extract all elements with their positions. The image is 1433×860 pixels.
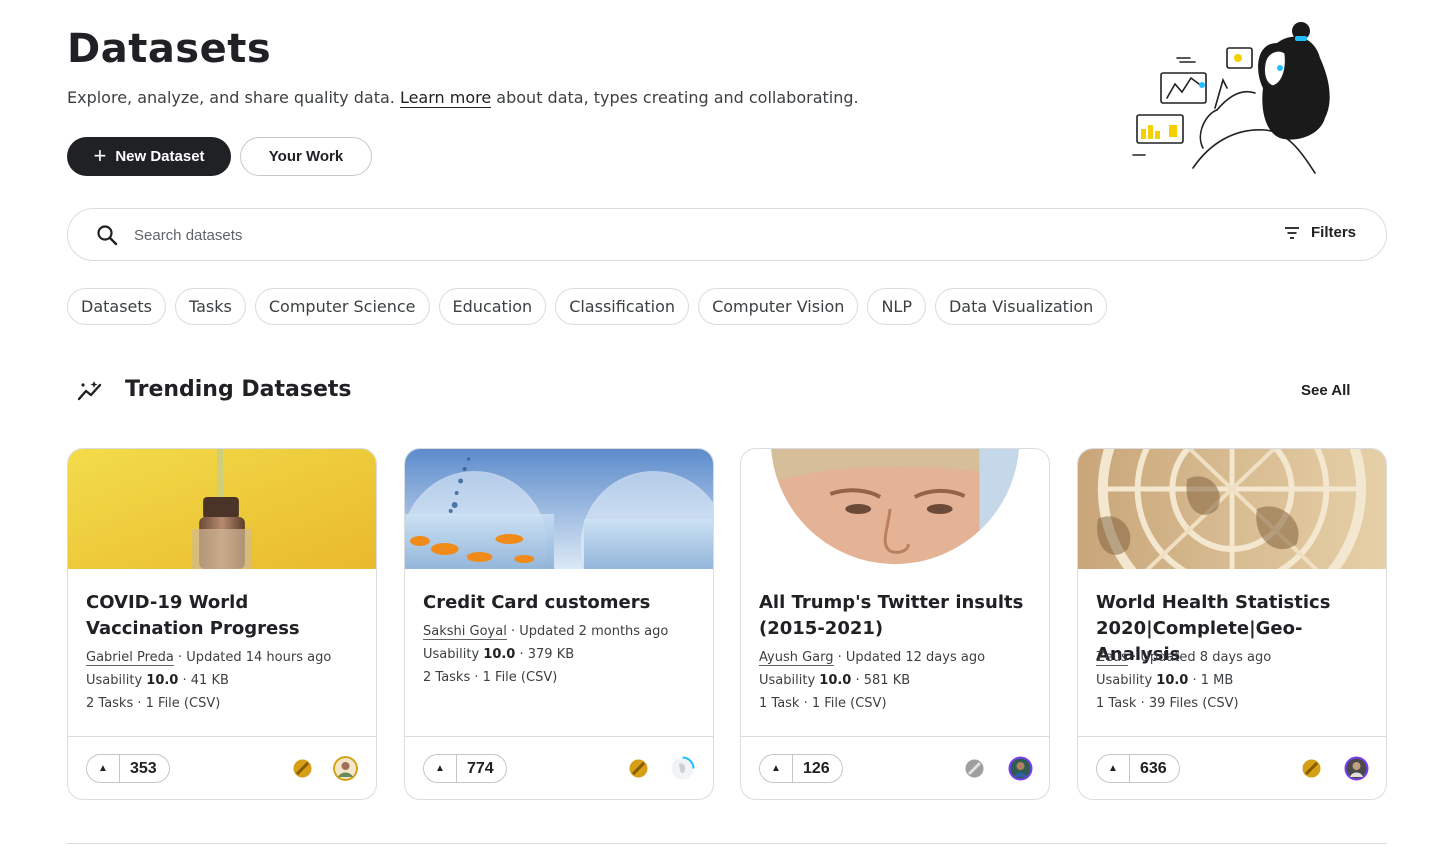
author-avatar[interactable] [333, 756, 358, 781]
dataset-files: 2 Tasks · 1 File (CSV) [86, 696, 221, 711]
chip-datasets[interactable]: Datasets [67, 288, 166, 325]
card-divider [68, 736, 376, 737]
author-link[interactable]: Gabriel Preda [86, 650, 174, 666]
search-icon [97, 225, 118, 246]
dataset-thumbnail [405, 449, 713, 569]
chip-data-visualization[interactable]: Data Visualization [934, 288, 1108, 325]
author-avatar[interactable] [1008, 756, 1033, 781]
section-title-trending: Trending Datasets [125, 377, 352, 402]
dataset-files: 2 Tasks · 1 File (CSV) [423, 670, 558, 685]
upvote-button[interactable]: ▲ [1097, 755, 1130, 782]
dataset-thumbnail [68, 449, 376, 569]
updated-text: · Updated 8 days ago [1132, 650, 1272, 665]
dataset-title: COVID-19 World Vaccination Progress [86, 592, 300, 639]
dataset-files: 1 Task · 1 File (CSV) [759, 696, 887, 711]
datasets-hero-illustration [1132, 22, 1330, 174]
dataset-usability-line: Usability 10.0 · 41 KB [86, 673, 229, 688]
upvote-control: ▲ 636 [1096, 754, 1180, 783]
updated-text: · Updated 14 hours ago [178, 650, 332, 665]
chip-classification[interactable]: Classification [555, 288, 690, 325]
chip-nlp[interactable]: NLP [867, 288, 926, 325]
intro-text: Explore, analyze, and share quality data… [67, 88, 859, 108]
your-work-label: Your Work [268, 148, 344, 165]
learn-more-link[interactable]: Learn more [399, 88, 492, 108]
see-all-link[interactable]: See All [1301, 382, 1350, 399]
author-avatar[interactable] [670, 756, 695, 781]
dataset-author-line: Ayush Garg · Updated 12 days ago [759, 650, 986, 666]
card-divider [741, 736, 1049, 737]
your-work-button[interactable]: Your Work [240, 137, 372, 176]
vote-count: 636 [1140, 759, 1167, 777]
card-divider [405, 736, 713, 737]
gold-medal-icon [293, 759, 312, 778]
dataset-card[interactable]: Credit Card customers Sakshi Goyal · Upd… [404, 448, 714, 800]
gold-medal-icon [629, 759, 648, 778]
usability-score: 10.0 [819, 673, 852, 688]
chip-education[interactable]: Education [438, 288, 547, 325]
dataset-size: · 1 MB [1192, 673, 1234, 688]
upvote-button[interactable]: ▲ [424, 755, 457, 782]
filters-button[interactable]: Filters [1284, 224, 1356, 241]
author-link[interactable]: Zeus [1096, 650, 1128, 666]
new-dataset-label: New Dataset [115, 148, 205, 165]
section-divider [67, 843, 1387, 844]
dataset-size: · 581 KB [855, 673, 911, 688]
page-title: Datasets [67, 26, 272, 72]
usability-score: 10.0 [146, 673, 179, 688]
filter-icon [1284, 226, 1299, 239]
dataset-card[interactable]: COVID-19 World Vaccination Progress Gabr… [67, 448, 377, 800]
new-dataset-button[interactable]: + New Dataset [67, 137, 231, 176]
dataset-size: · 379 KB [519, 647, 575, 662]
usability-label: Usability [423, 647, 480, 662]
dataset-size: · 41 KB [182, 673, 229, 688]
dataset-card[interactable]: World Health Statistics 2020|Complete|Ge… [1077, 448, 1387, 800]
dataset-files: 1 Task · 39 Files (CSV) [1096, 696, 1239, 711]
upvote-control: ▲ 353 [86, 754, 170, 783]
dataset-thumbnail [1078, 449, 1386, 569]
dataset-title: All Trump's Twitter insults (2015-2021) [759, 592, 1024, 639]
plus-icon: + [93, 142, 107, 168]
vote-count: 774 [467, 759, 494, 777]
chip-computer-vision[interactable]: Computer Vision [698, 288, 859, 325]
chip-tasks[interactable]: Tasks [175, 288, 246, 325]
upvote-control: ▲ 774 [423, 754, 507, 783]
vote-count: 126 [803, 759, 830, 777]
silver-medal-icon [965, 759, 984, 778]
dataset-title: Credit Card customers [423, 592, 651, 613]
dataset-usability-line: Usability 10.0 · 1 MB [1096, 673, 1233, 688]
intro-text-after: about data, types creating and collabora… [496, 88, 859, 107]
card-divider [1078, 736, 1386, 737]
upvote-button[interactable]: ▲ [760, 755, 793, 782]
search-bar: Filters [67, 208, 1387, 261]
filters-label: Filters [1310, 224, 1356, 241]
dataset-author-line: Zeus · Updated 8 days ago [1096, 650, 1272, 666]
dataset-thumbnail [741, 449, 1049, 569]
usability-score: 10.0 [1156, 673, 1189, 688]
dataset-author-line: Sakshi Goyal · Updated 2 months ago [423, 624, 669, 640]
trending-icon [77, 381, 102, 401]
upvote-control: ▲ 126 [759, 754, 843, 783]
usability-label: Usability [86, 673, 143, 688]
dataset-usability-line: Usability 10.0 · 379 KB [423, 647, 574, 662]
dataset-author-line: Gabriel Preda · Updated 14 hours ago [86, 650, 332, 666]
usability-label: Usability [759, 673, 816, 688]
dataset-usability-line: Usability 10.0 · 581 KB [759, 673, 910, 688]
author-avatar[interactable] [1344, 756, 1369, 781]
usability-score: 10.0 [483, 647, 516, 662]
updated-text: · Updated 2 months ago [510, 624, 669, 639]
upvote-button[interactable]: ▲ [87, 755, 120, 782]
vote-count: 353 [130, 759, 157, 777]
usability-label: Usability [1096, 673, 1153, 688]
category-chips: Datasets Tasks Computer Science Educatio… [67, 288, 1108, 325]
chip-computer-science[interactable]: Computer Science [254, 288, 430, 325]
gold-medal-icon [1302, 759, 1321, 778]
author-link[interactable]: Ayush Garg [759, 650, 834, 666]
dataset-card[interactable]: All Trump's Twitter insults (2015-2021) … [740, 448, 1050, 800]
intro-text-before: Explore, analyze, and share quality data… [67, 88, 395, 107]
updated-text: · Updated 12 days ago [837, 650, 986, 665]
author-link[interactable]: Sakshi Goyal [423, 624, 507, 640]
search-input[interactable] [134, 221, 1234, 249]
